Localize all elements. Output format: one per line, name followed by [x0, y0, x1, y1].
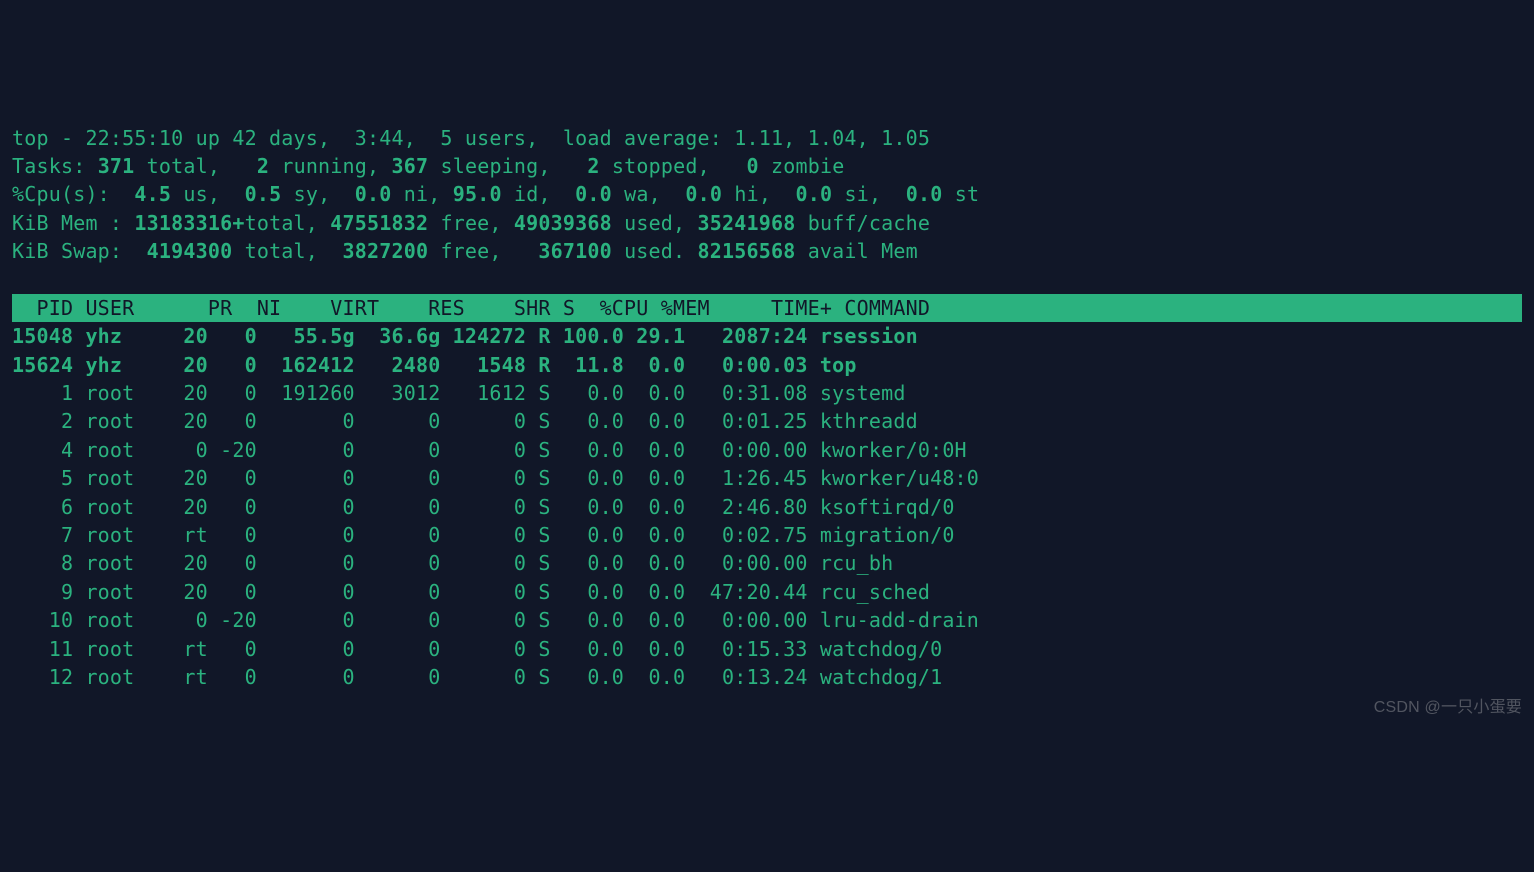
- process-row[interactable]: 4 root 0 -20 0 0 0 S 0.0 0.0 0:00.00 kwo…: [12, 438, 967, 462]
- cpu-id: 95.0: [453, 182, 502, 206]
- process-table-body[interactable]: 15048 yhz 20 0 55.5g 36.6g 124272 R 100.…: [12, 322, 1522, 691]
- cpu-ni: 0.0: [355, 182, 392, 206]
- mem-used: 49039368: [514, 211, 612, 235]
- swap-total: 4194300: [147, 239, 233, 263]
- tasks-zombie: 0: [747, 154, 759, 178]
- swap-label: KiB Swap:: [12, 239, 147, 263]
- process-row[interactable]: 8 root 20 0 0 0 0 S 0.0 0.0 0:00.00 rcu_…: [12, 551, 893, 575]
- mem-total: 13183316+: [134, 211, 244, 235]
- top-summary: top - 22:55:10 up 42 days, 3:44, 5 users…: [12, 124, 1522, 266]
- process-row[interactable]: 5 root 20 0 0 0 0 S 0.0 0.0 1:26.45 kwor…: [12, 466, 979, 490]
- process-row[interactable]: 12 root rt 0 0 0 0 S 0.0 0.0 0:13.24 wat…: [12, 665, 942, 689]
- cpu-us: 4.5: [134, 182, 171, 206]
- process-row[interactable]: 7 root rt 0 0 0 0 S 0.0 0.0 0:02.75 migr…: [12, 523, 955, 547]
- cpu-hi: 0.0: [685, 182, 722, 206]
- summary-line-1: top - 22:55:10 up 42 days, 3:44, 5 users…: [12, 126, 930, 150]
- tasks-sleeping: 367: [392, 154, 429, 178]
- mem-buff: 35241968: [698, 211, 796, 235]
- process-table-header[interactable]: PID USER PR NI VIRT RES SHR S %CPU %MEM …: [12, 294, 1522, 322]
- process-row[interactable]: 10 root 0 -20 0 0 0 S 0.0 0.0 0:00.00 lr…: [12, 608, 979, 632]
- tasks-stopped: 2: [587, 154, 599, 178]
- watermark: CSDN @一只小蛋要: [1374, 697, 1522, 720]
- process-row[interactable]: 6 root 20 0 0 0 0 S 0.0 0.0 2:46.80 ksof…: [12, 495, 955, 519]
- cpu-label: %Cpu(s):: [12, 182, 134, 206]
- process-row[interactable]: 15048 yhz 20 0 55.5g 36.6g 124272 R 100.…: [12, 324, 918, 348]
- cpu-st: 0.0: [906, 182, 943, 206]
- cpu-sy: 0.5: [245, 182, 282, 206]
- process-row[interactable]: 2 root 20 0 0 0 0 S 0.0 0.0 0:01.25 kthr…: [12, 409, 918, 433]
- process-row[interactable]: 15624 yhz 20 0 162412 2480 1548 R 11.8 0…: [12, 353, 857, 377]
- tasks-total: 371: [98, 154, 135, 178]
- cpu-si: 0.0: [796, 182, 833, 206]
- process-row[interactable]: 1 root 20 0 191260 3012 1612 S 0.0 0.0 0…: [12, 381, 906, 405]
- swap-used: 367100: [538, 239, 611, 263]
- swap-free: 3827200: [343, 239, 429, 263]
- cpu-wa: 0.0: [575, 182, 612, 206]
- process-row[interactable]: 11 root rt 0 0 0 0 S 0.0 0.0 0:15.33 wat…: [12, 637, 942, 661]
- tasks-running: 2: [257, 154, 269, 178]
- mem-label: KiB Mem :: [12, 211, 134, 235]
- mem-free: 47551832: [330, 211, 428, 235]
- swap-avail: 82156568: [698, 239, 796, 263]
- process-row[interactable]: 9 root 20 0 0 0 0 S 0.0 0.0 47:20.44 rcu…: [12, 580, 930, 604]
- tasks-label: Tasks:: [12, 154, 98, 178]
